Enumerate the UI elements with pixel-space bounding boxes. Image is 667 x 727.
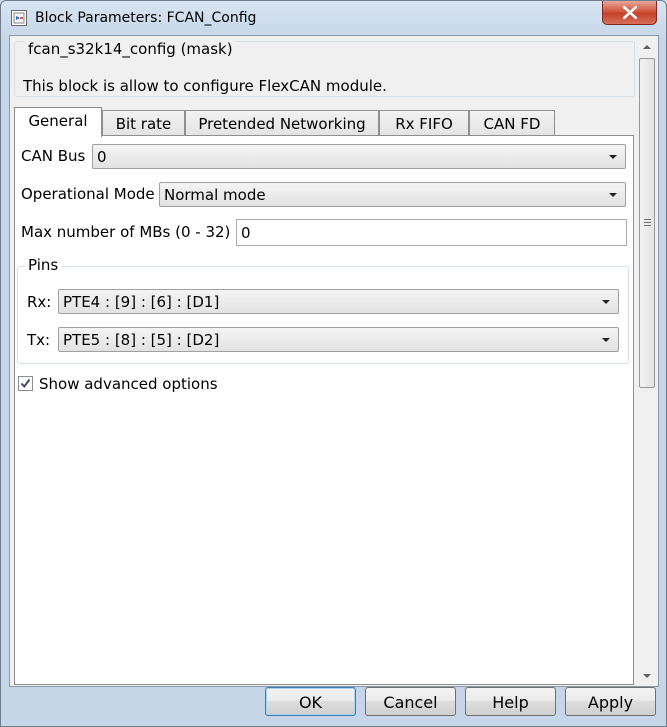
show-advanced-label[interactable]: Show advanced options	[39, 375, 218, 393]
close-button[interactable]	[602, 1, 657, 25]
rx-pin-dropdown[interactable]: PTE4 : [9] : [6] : [D1]	[58, 289, 619, 314]
can-bus-value: 0	[97, 148, 107, 166]
chevron-down-icon	[609, 193, 617, 197]
mask-title: fcan_s32k14_config (mask)	[25, 40, 236, 58]
close-icon	[623, 6, 637, 19]
chevron-down-icon	[609, 155, 617, 159]
rx-pin-value: PTE4 : [9] : [6] : [D1]	[63, 293, 220, 311]
tab-strip: General Bit rate Pretended Networking Rx…	[14, 107, 634, 137]
scroll-grip-line	[644, 219, 651, 220]
operational-mode-label: Operational Mode	[21, 185, 155, 203]
pins-group-title: Pins	[25, 256, 62, 274]
tab-rx-fifo[interactable]: Rx FIFO	[379, 110, 469, 136]
tx-pin-dropdown[interactable]: PTE5 : [8] : [5] : [D2]	[58, 327, 619, 352]
cancel-button[interactable]: Cancel	[365, 687, 456, 716]
dialog-window: Block Parameters: FCAN_Config fcan_s32k1…	[0, 0, 667, 727]
window-title: Block Parameters: FCAN_Config	[35, 10, 257, 26]
scroll-grip-line	[644, 222, 651, 223]
operational-mode-dropdown[interactable]: Normal mode	[159, 182, 626, 207]
pins-group: Pins Rx: PTE4 : [9] : [6] : [D1] Tx: PTE…	[17, 256, 629, 364]
scroll-down-arrow-icon	[643, 674, 651, 678]
help-button[interactable]: Help	[465, 687, 556, 716]
title-bar[interactable]: Block Parameters: FCAN_Config	[1, 1, 666, 35]
can-bus-label: CAN Bus	[21, 147, 86, 165]
tx-pin-value: PTE5 : [8] : [5] : [D2]	[63, 331, 220, 349]
simulink-block-icon	[11, 10, 27, 26]
max-mbs-label: Max number of MBs (0 - 32)	[21, 223, 231, 241]
tx-label: Tx:	[27, 331, 51, 349]
scrollbar-thumb[interactable]	[639, 58, 655, 388]
rx-label: Rx:	[27, 293, 52, 311]
tab-can-fd[interactable]: CAN FD	[469, 110, 555, 136]
checkmark-icon	[20, 378, 31, 389]
scroll-grip-line	[644, 225, 651, 226]
can-bus-dropdown[interactable]: 0	[92, 144, 626, 169]
mask-description: This block is allow to configure FlexCAN…	[23, 77, 387, 95]
max-mbs-input[interactable]: 0	[236, 219, 627, 246]
show-advanced-checkbox[interactable]	[18, 376, 33, 391]
description-group: fcan_s32k14_config (mask) This block is …	[14, 40, 635, 97]
chevron-down-icon	[602, 338, 610, 342]
tab-pretended-networking[interactable]: Pretended Networking	[185, 110, 379, 136]
vertical-scrollbar[interactable]	[638, 39, 656, 685]
dialog-client-area: fcan_s32k14_config (mask) This block is …	[9, 35, 659, 687]
ok-button[interactable]: OK	[265, 687, 356, 716]
apply-button[interactable]: Apply	[565, 687, 656, 716]
chevron-down-icon	[602, 300, 610, 304]
tab-bit-rate[interactable]: Bit rate	[102, 110, 185, 136]
scroll-up-button[interactable]	[638, 39, 656, 56]
scroll-down-button[interactable]	[638, 667, 656, 684]
scroll-up-arrow-icon	[643, 45, 651, 49]
tab-general[interactable]: General	[14, 107, 102, 137]
general-tab-panel: CAN Bus 0 Operational Mode Normal mode M…	[14, 135, 634, 685]
operational-mode-value: Normal mode	[164, 186, 266, 204]
